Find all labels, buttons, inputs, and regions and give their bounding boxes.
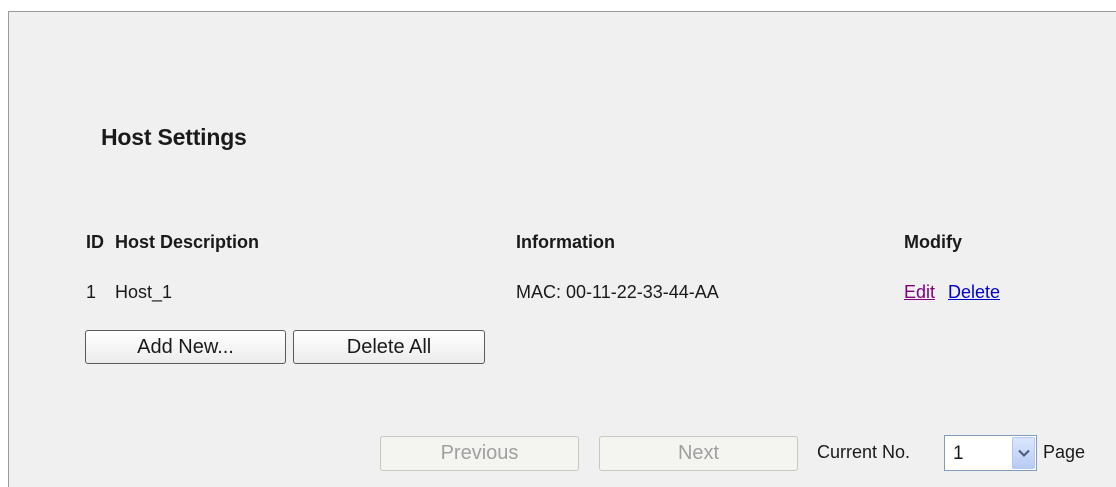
- add-new-button[interactable]: Add New...: [85, 330, 286, 364]
- edit-link[interactable]: Edit: [904, 282, 935, 303]
- page-label: Page: [1043, 442, 1086, 462]
- next-button[interactable]: Next: [599, 436, 798, 471]
- row-information: MAC: 00-11-22-33-44-AA: [516, 282, 719, 302]
- host-settings-panel: Host Settings ID Host Description Inform…: [8, 11, 1116, 487]
- page-select[interactable]: 1: [944, 435, 1037, 471]
- delete-link[interactable]: Delete: [948, 282, 1000, 303]
- header-modify: Modify: [904, 232, 962, 252]
- header-host-description: Host Description: [115, 232, 260, 252]
- current-no-label: Current No.: [817, 442, 911, 462]
- header-id: ID: [86, 232, 104, 252]
- page-title: Host Settings: [101, 124, 247, 150]
- chevron-down-icon[interactable]: [1012, 437, 1035, 469]
- previous-button[interactable]: Previous: [380, 436, 579, 471]
- delete-all-button[interactable]: Delete All: [293, 330, 485, 364]
- row-id: 1: [86, 282, 97, 302]
- row-host-description: Host_1: [115, 282, 173, 302]
- header-information: Information: [516, 232, 615, 252]
- page-select-value: 1: [953, 443, 964, 464]
